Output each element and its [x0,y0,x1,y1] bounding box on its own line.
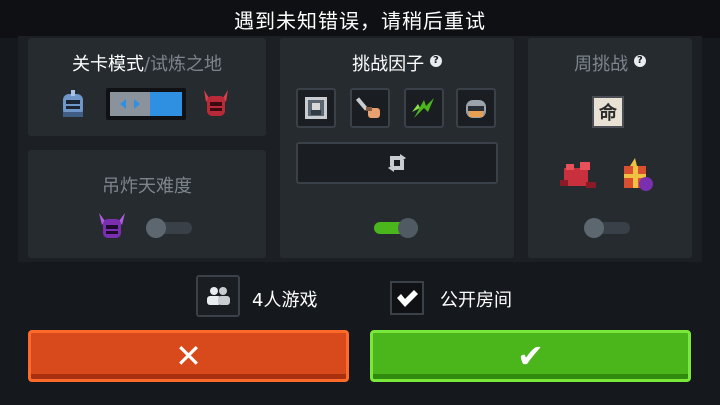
group-icon [207,287,230,305]
difficulty-toggle[interactable] [146,218,194,238]
difficulty-panel: 吊炸天难度 [28,150,266,258]
mode-title: 关卡模式/试炼之地 [71,54,223,75]
help-icon[interactable]: ? [633,55,646,67]
dialog-title: 遇到未知错误，请稍后重试 [0,0,720,38]
challenge-factor-2[interactable] [350,88,390,128]
weekly-title: 周挑战 ? [528,50,692,76]
challenge-factor-1[interactable] [296,88,336,128]
mode-slider[interactable] [106,88,186,120]
gift-box-icon [624,158,653,191]
challenge-toggle[interactable] [372,218,420,238]
challenge-factor-3[interactable] [404,88,444,128]
weekly-panel: 周挑战 ? 命 [528,38,692,258]
weekly-toggle[interactable] [584,218,632,238]
mode-slider-fill [150,92,182,116]
mode-slider-handle[interactable] [110,92,150,116]
refresh-button[interactable] [296,142,498,184]
helmet-goggles-icon [466,100,486,118]
check-icon [397,290,418,307]
refresh-icon [388,154,406,172]
public-room-label: 公开房间 [440,290,512,311]
challenge-panel: 挑战因子 ? [280,38,514,258]
challenge-title: 挑战因子 ? [280,50,514,76]
sword-hand-icon [356,97,380,118]
cancel-button[interactable]: ✕ [28,330,349,382]
confirm-button[interactable]: ✔ [370,330,691,382]
checkmark-icon: ✔ [517,337,544,375]
demon-helmet-icon [204,90,228,116]
challenge-factor-4[interactable] [456,88,496,128]
green-arrows-icon [412,98,434,118]
help-icon[interactable]: ? [429,55,442,67]
public-room-checkbox[interactable] [390,281,424,315]
players-label: 4人游戏 [252,290,318,311]
difficulty-title: 吊炸天难度 [102,176,192,197]
portrait-frame-icon [305,97,327,119]
arrows-left-right-icon [120,99,140,109]
close-icon: ✕ [175,337,202,375]
purple-demon-helmet-icon [99,213,125,238]
mode-panel: 关卡模式/试炼之地 [28,38,266,136]
knight-helmet-icon [63,90,83,117]
fate-badge: 命 [592,96,624,128]
players-button[interactable] [196,275,240,317]
red-crab-icon [560,162,596,188]
